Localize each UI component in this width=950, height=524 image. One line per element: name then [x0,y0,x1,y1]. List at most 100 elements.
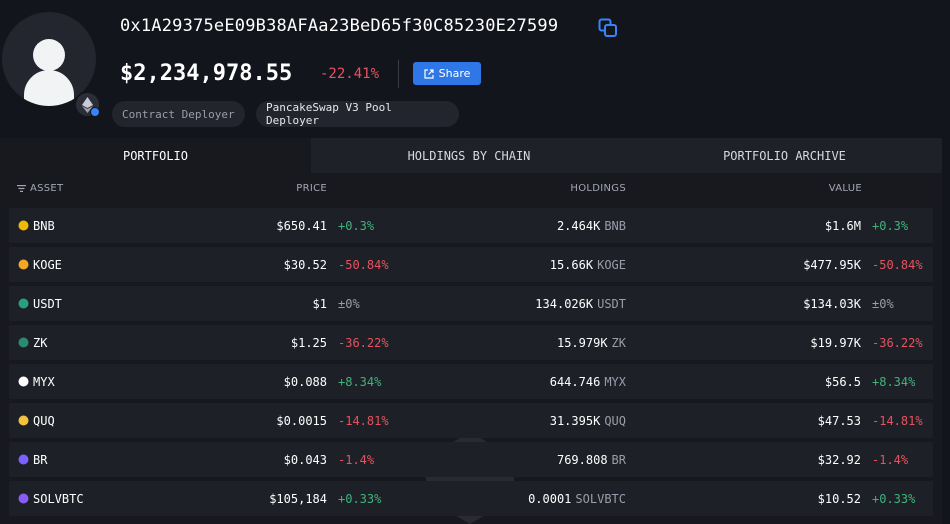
asset-symbol: SOLVBTC [33,491,84,506]
header-divider [398,60,399,88]
asset-value: $1.6M [824,218,861,233]
value-change: +0.33% [872,491,916,506]
asset-holdings: 769.808 BR [557,442,626,477]
asset-holdings: 31.395K QUQ [550,403,626,438]
holdings-amount: 31.395K [549,413,601,428]
holdings-unit: ZK [611,335,626,350]
price-change: ±0% [338,296,360,311]
price-change: +0.33% [338,491,382,506]
asset-price: $0.088 [283,374,327,389]
holdings-amount: 769.808 [556,452,608,467]
share-button[interactable]: Share [413,62,481,85]
token-icon [17,403,29,438]
asset-price: $1 [312,296,327,311]
holdings-unit: BNB [604,218,626,233]
tab-portfolio-archive[interactable]: PORTFOLIO ARCHIVE [627,138,942,173]
price-change: -14.81% [338,413,389,428]
table-row[interactable]: BNB $650.41 +0.3% 2.464K BNB $1.6M +0.3% [9,208,933,243]
asset-price: $0.0015 [276,413,327,428]
sort-icon [17,185,26,192]
asset-price: $105,184 [269,491,327,506]
tab-holdings-by-chain[interactable]: HOLDINGS BY CHAIN [311,138,627,173]
holdings-unit: USDT [597,296,626,311]
tab-bar: PORTFOLIO HOLDINGS BY CHAIN PORTFOLIO AR… [0,138,942,173]
token-icon [17,325,29,360]
token-icon [17,286,29,321]
price-change: -1.4% [338,452,375,467]
tag-pancakeswap-deployer[interactable]: PancakeSwap V3 Pool Deployer [256,101,459,127]
value-change: +8.34% [872,374,916,389]
table-row[interactable]: SOLVBTC $105,184 +0.33% 0.0001 SOLVBTC $10.52… [9,481,933,516]
column-header-holdings[interactable]: HOLDINGS [570,183,626,194]
token-icon [17,247,29,282]
asset-holdings: 644.746 MYX [550,364,626,399]
column-header-asset-label: ASSET [30,183,64,194]
holdings-amount: 644.746 [549,374,601,389]
column-header-value[interactable]: VALUE [829,183,862,194]
table-row[interactable]: ZK $1.25 -36.22% 15.979K ZK $19.97K -36.22% [9,325,933,360]
share-icon [424,68,434,79]
column-header-asset[interactable]: ASSET [17,183,63,194]
verified-badge-icon [90,107,100,117]
value-change: -50.84% [872,257,923,272]
asset-symbol: QUQ [33,413,55,428]
holdings-amount: 15.979K [556,335,608,350]
avatar-head-shape [33,39,65,71]
asset-value: $19.97K [810,335,861,350]
token-icon [17,481,29,516]
tab-portfolio[interactable]: PORTFOLIO [0,138,311,173]
copy-icon[interactable] [598,18,618,38]
asset-symbol: USDT [33,296,62,311]
share-button-label: Share [438,67,471,80]
balance-change: -22.41% [320,66,380,82]
price-change: +8.34% [338,374,382,389]
holdings-unit: BR [611,452,626,467]
table-row[interactable]: MYX $0.088 +8.34% 644.746 MYX $56.5 +8.34% [9,364,933,399]
holdings-amount: 15.66K [549,257,594,272]
price-change: -50.84% [338,257,389,272]
asset-holdings: 15.66K KOGE [550,247,626,282]
wallet-address: 0x1A29375eE09B38AFAa23BeD65f30C85230E275… [120,16,559,36]
holdings-amount: 134.026K [535,296,594,311]
holdings-unit: KOGE [597,257,626,272]
asset-holdings: 15.979K ZK [557,325,626,360]
asset-value: $134.03K [803,296,861,311]
table-row[interactable]: USDT $1 ±0% 134.026K USDT $134.03K ±0% [9,286,933,321]
asset-price: $650.41 [276,218,327,233]
value-change: -1.4% [872,452,909,467]
asset-price: $0.043 [283,452,327,467]
token-icon [17,208,29,243]
tag-contract-deployer[interactable]: Contract Deployer [112,101,245,127]
asset-value: $10.52 [817,491,861,506]
column-header-price[interactable]: PRICE [296,183,327,194]
value-change: ±0% [872,296,894,311]
table-row[interactable]: BR $0.043 -1.4% 769.808 BR $32.92 -1.4% [9,442,933,477]
value-change: +0.3% [872,218,909,233]
asset-price: $30.52 [283,257,327,272]
ethereum-chain-icon [74,91,101,118]
holdings-unit: QUQ [604,413,626,428]
holdings-amount: 2.464K [556,218,601,233]
asset-value: $477.95K [803,257,861,272]
asset-value: $56.5 [824,374,861,389]
profile-header: 0x1A29375eE09B38AFAa23BeD65f30C85230E275… [0,0,950,138]
value-change: -36.22% [872,335,923,350]
token-icon [17,442,29,477]
table-row[interactable]: KOGE $30.52 -50.84% 15.66K KOGE $477.95K -50.8… [9,247,933,282]
holdings-unit: MYX [604,374,626,389]
asset-symbol: MYX [33,374,55,389]
asset-holdings: 2.464K BNB [557,208,626,243]
portfolio-panel: PORTFOLIO HOLDINGS BY CHAIN PORTFOLIO AR… [0,138,942,524]
avatar-body-shape [24,70,74,106]
asset-symbol: KOGE [33,257,62,272]
value-change: -14.81% [872,413,923,428]
price-change: +0.3% [338,218,375,233]
asset-value: $32.92 [817,452,861,467]
holdings-unit: SOLVBTC [575,491,626,506]
table-row[interactable]: QUQ $0.0015 -14.81% 31.395K QUQ $47.53 -14.81% [9,403,933,438]
asset-holdings: 0.0001 SOLVBTC [528,481,626,516]
asset-symbol: BNB [33,218,55,233]
asset-symbol: ZK [33,335,48,350]
asset-value: $47.53 [817,413,861,428]
asset-price: $1.25 [290,335,327,350]
